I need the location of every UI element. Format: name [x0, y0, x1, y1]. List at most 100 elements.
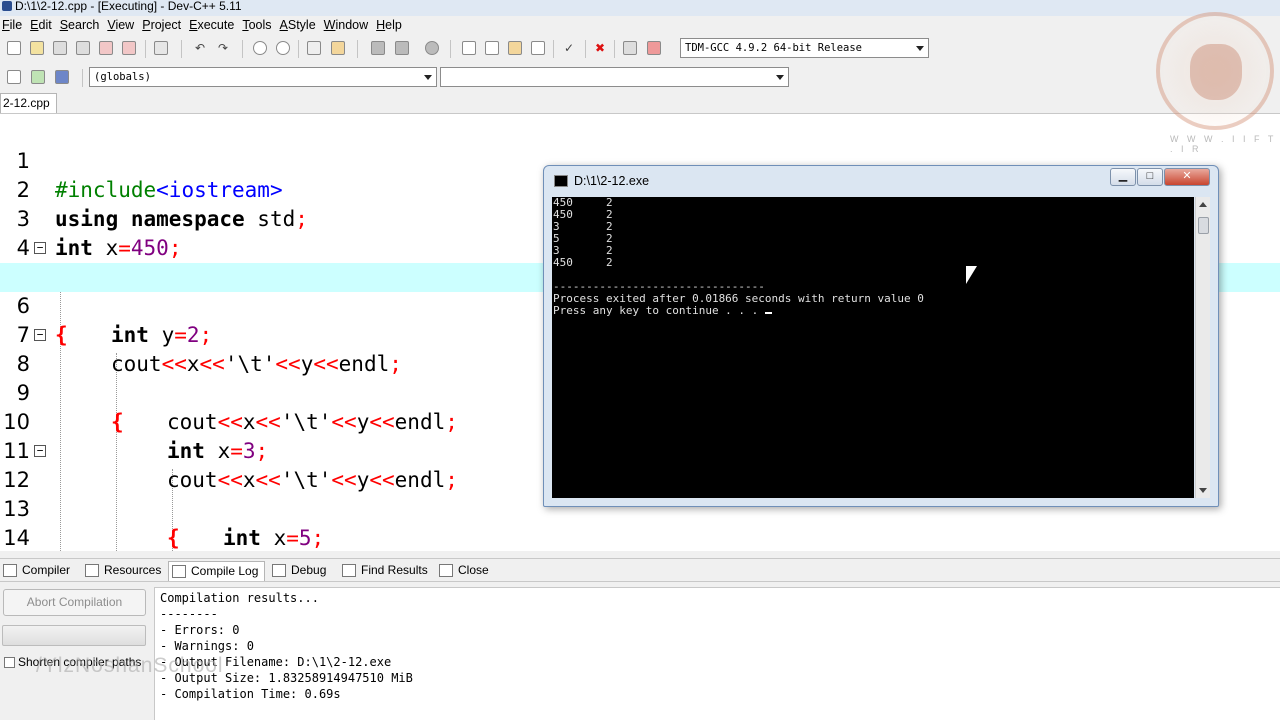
insert-icon[interactable] [6, 69, 22, 85]
chevron-down-icon [776, 75, 784, 80]
scope-select[interactable]: (globals) [89, 67, 437, 87]
print-icon[interactable] [153, 40, 169, 56]
delete-profile-icon[interactable] [646, 40, 662, 56]
compile-progress-bar [2, 625, 146, 646]
menu-help[interactable]: Help [374, 16, 408, 34]
close-file-icon[interactable] [98, 40, 114, 56]
tab-label: Close [458, 563, 489, 577]
abort-compilation-button[interactable]: Abort Compilation [3, 589, 146, 616]
close-all-icon[interactable] [121, 40, 137, 56]
indent-icon[interactable] [306, 40, 322, 56]
scroll-down-icon[interactable] [1199, 488, 1207, 493]
code-line: 15 } [0, 524, 1280, 551]
replace-icon[interactable] [275, 40, 291, 56]
bookmark-icon[interactable] [54, 69, 70, 85]
console-scrollbar[interactable] [1195, 197, 1210, 498]
log-line: -------- [160, 607, 218, 621]
log-line: - Errors: 0 [160, 623, 240, 637]
window-title: D:\1\2-12.cpp - [Executing] - Dev-C++ 5.… [15, 0, 242, 13]
compiler-select[interactable]: TDM-GCC 4.9.2 64-bit Release [680, 38, 929, 58]
goto-bookmark-icon[interactable] [394, 40, 410, 56]
log-line: Compilation results... [160, 591, 319, 605]
compiler-grid-icon [3, 564, 17, 577]
menu-edit[interactable]: Edit [28, 16, 58, 34]
tab-compile-log[interactable]: Compile Log [168, 561, 266, 581]
menu-file[interactable]: File [0, 16, 28, 34]
console-line: 5 2 [553, 232, 613, 245]
scroll-up-icon[interactable] [1199, 202, 1207, 207]
scroll-thumb[interactable] [1198, 217, 1209, 234]
chevron-down-icon [916, 46, 924, 51]
menu-astyle[interactable]: AStyle [278, 16, 322, 34]
unindent-icon[interactable] [330, 40, 346, 56]
close-panel-icon [439, 564, 453, 577]
toggle-bookmark-icon[interactable] [370, 40, 386, 56]
class-toolbar: (globals) [0, 63, 792, 91]
new-file-icon[interactable] [6, 40, 22, 56]
log-line: - Output Size: 1.83258914947510 MiB [160, 671, 413, 685]
tab-resources[interactable]: Resources [82, 561, 167, 581]
new-project-icon[interactable] [461, 40, 477, 56]
open-file-icon[interactable] [29, 40, 45, 56]
find-results-icon [342, 564, 356, 577]
tab-debug[interactable]: Debug [269, 561, 332, 581]
app-icon [2, 1, 12, 11]
console-line: 450 2 [553, 208, 613, 221]
tab-find-results[interactable]: Find Results [339, 561, 434, 581]
maximize-button[interactable]: □ [1137, 168, 1163, 186]
goto-line-icon[interactable] [424, 40, 440, 56]
project-options-icon[interactable] [507, 40, 523, 56]
check-syntax-icon[interactable]: ✓ [561, 40, 577, 56]
fold-toggle-icon[interactable]: − [34, 445, 46, 457]
file-tab[interactable]: 2-12.cpp [0, 93, 57, 113]
watermark-site: W W W . I I F T . I R [1170, 134, 1277, 154]
tab-label: Debug [291, 563, 327, 577]
tab-compiler[interactable]: Compiler [0, 561, 76, 581]
console-line: 3 2 [553, 244, 613, 257]
menu-execute[interactable]: Execute [187, 16, 240, 34]
save-icon[interactable] [52, 40, 68, 56]
minimize-button[interactable]: ▁ [1110, 168, 1136, 186]
menu-search[interactable]: Search [58, 16, 106, 34]
console-title: D:\1\2-12.exe [574, 174, 650, 188]
find-icon[interactable] [252, 40, 268, 56]
log-line: - Compilation Time: 0.69s [160, 687, 341, 701]
redo-icon[interactable]: ↷ [215, 40, 231, 56]
close-button[interactable]: ✕ [1164, 168, 1210, 186]
scope-select-value: (globals) [94, 71, 151, 83]
menu-window[interactable]: Window [322, 16, 374, 34]
compile-log-panel: Abort Compilation Shorten compiler paths… [0, 583, 1280, 720]
console-line: 3 2 [553, 220, 613, 233]
tab-label: Resources [104, 563, 162, 577]
console-line: 450 2 [553, 256, 613, 269]
tab-label: Compiler [22, 563, 71, 577]
console-window[interactable]: D:\1\2-12.exe ▁ □ ✕ 450 2 450 2 3 2 5 2 … [543, 165, 1219, 507]
profile-chart-icon[interactable] [622, 40, 638, 56]
fold-toggle-icon[interactable]: − [34, 329, 46, 341]
member-select[interactable] [440, 67, 789, 87]
add-to-project-icon[interactable] [484, 40, 500, 56]
mouse-pointer-icon [966, 266, 977, 284]
undo-icon[interactable]: ↶ [192, 40, 208, 56]
chart-icon [172, 565, 186, 578]
bottom-panel-tabs: Compiler Resources Compile Log Debug Fin… [0, 558, 1280, 582]
menu-bar: File Edit Search View Project Execute To… [0, 16, 1280, 34]
tab-close[interactable]: Close [436, 561, 495, 581]
main-toolbar: ↶ ↷ ✓ ✖ TDM-GCC 4.9.2 64-bit Release [0, 34, 935, 62]
compile-log-text[interactable]: Compilation results... -------- - Errors… [154, 587, 1280, 720]
class-browser-icon[interactable] [530, 40, 546, 56]
menu-view[interactable]: View [105, 16, 140, 34]
stop-execution-icon[interactable]: ✖ [592, 40, 608, 56]
fold-toggle-icon[interactable]: − [34, 242, 46, 254]
tab-label: Compile Log [191, 564, 259, 578]
add-icon[interactable] [30, 69, 46, 85]
menu-project[interactable]: Project [140, 16, 187, 34]
menu-tools[interactable]: Tools [240, 16, 277, 34]
shorten-paths-checkbox[interactable] [4, 657, 15, 668]
check-icon [272, 564, 286, 577]
watermark-logo [1156, 12, 1274, 130]
console-output[interactable]: 450 2 450 2 3 2 5 2 3 2 450 2 ----------… [552, 197, 1194, 498]
watermark-channel: /YlzNoshanSchool [36, 654, 224, 677]
log-line: - Output Filename: D:\1\2-12.exe [160, 655, 392, 669]
save-all-icon[interactable] [75, 40, 91, 56]
